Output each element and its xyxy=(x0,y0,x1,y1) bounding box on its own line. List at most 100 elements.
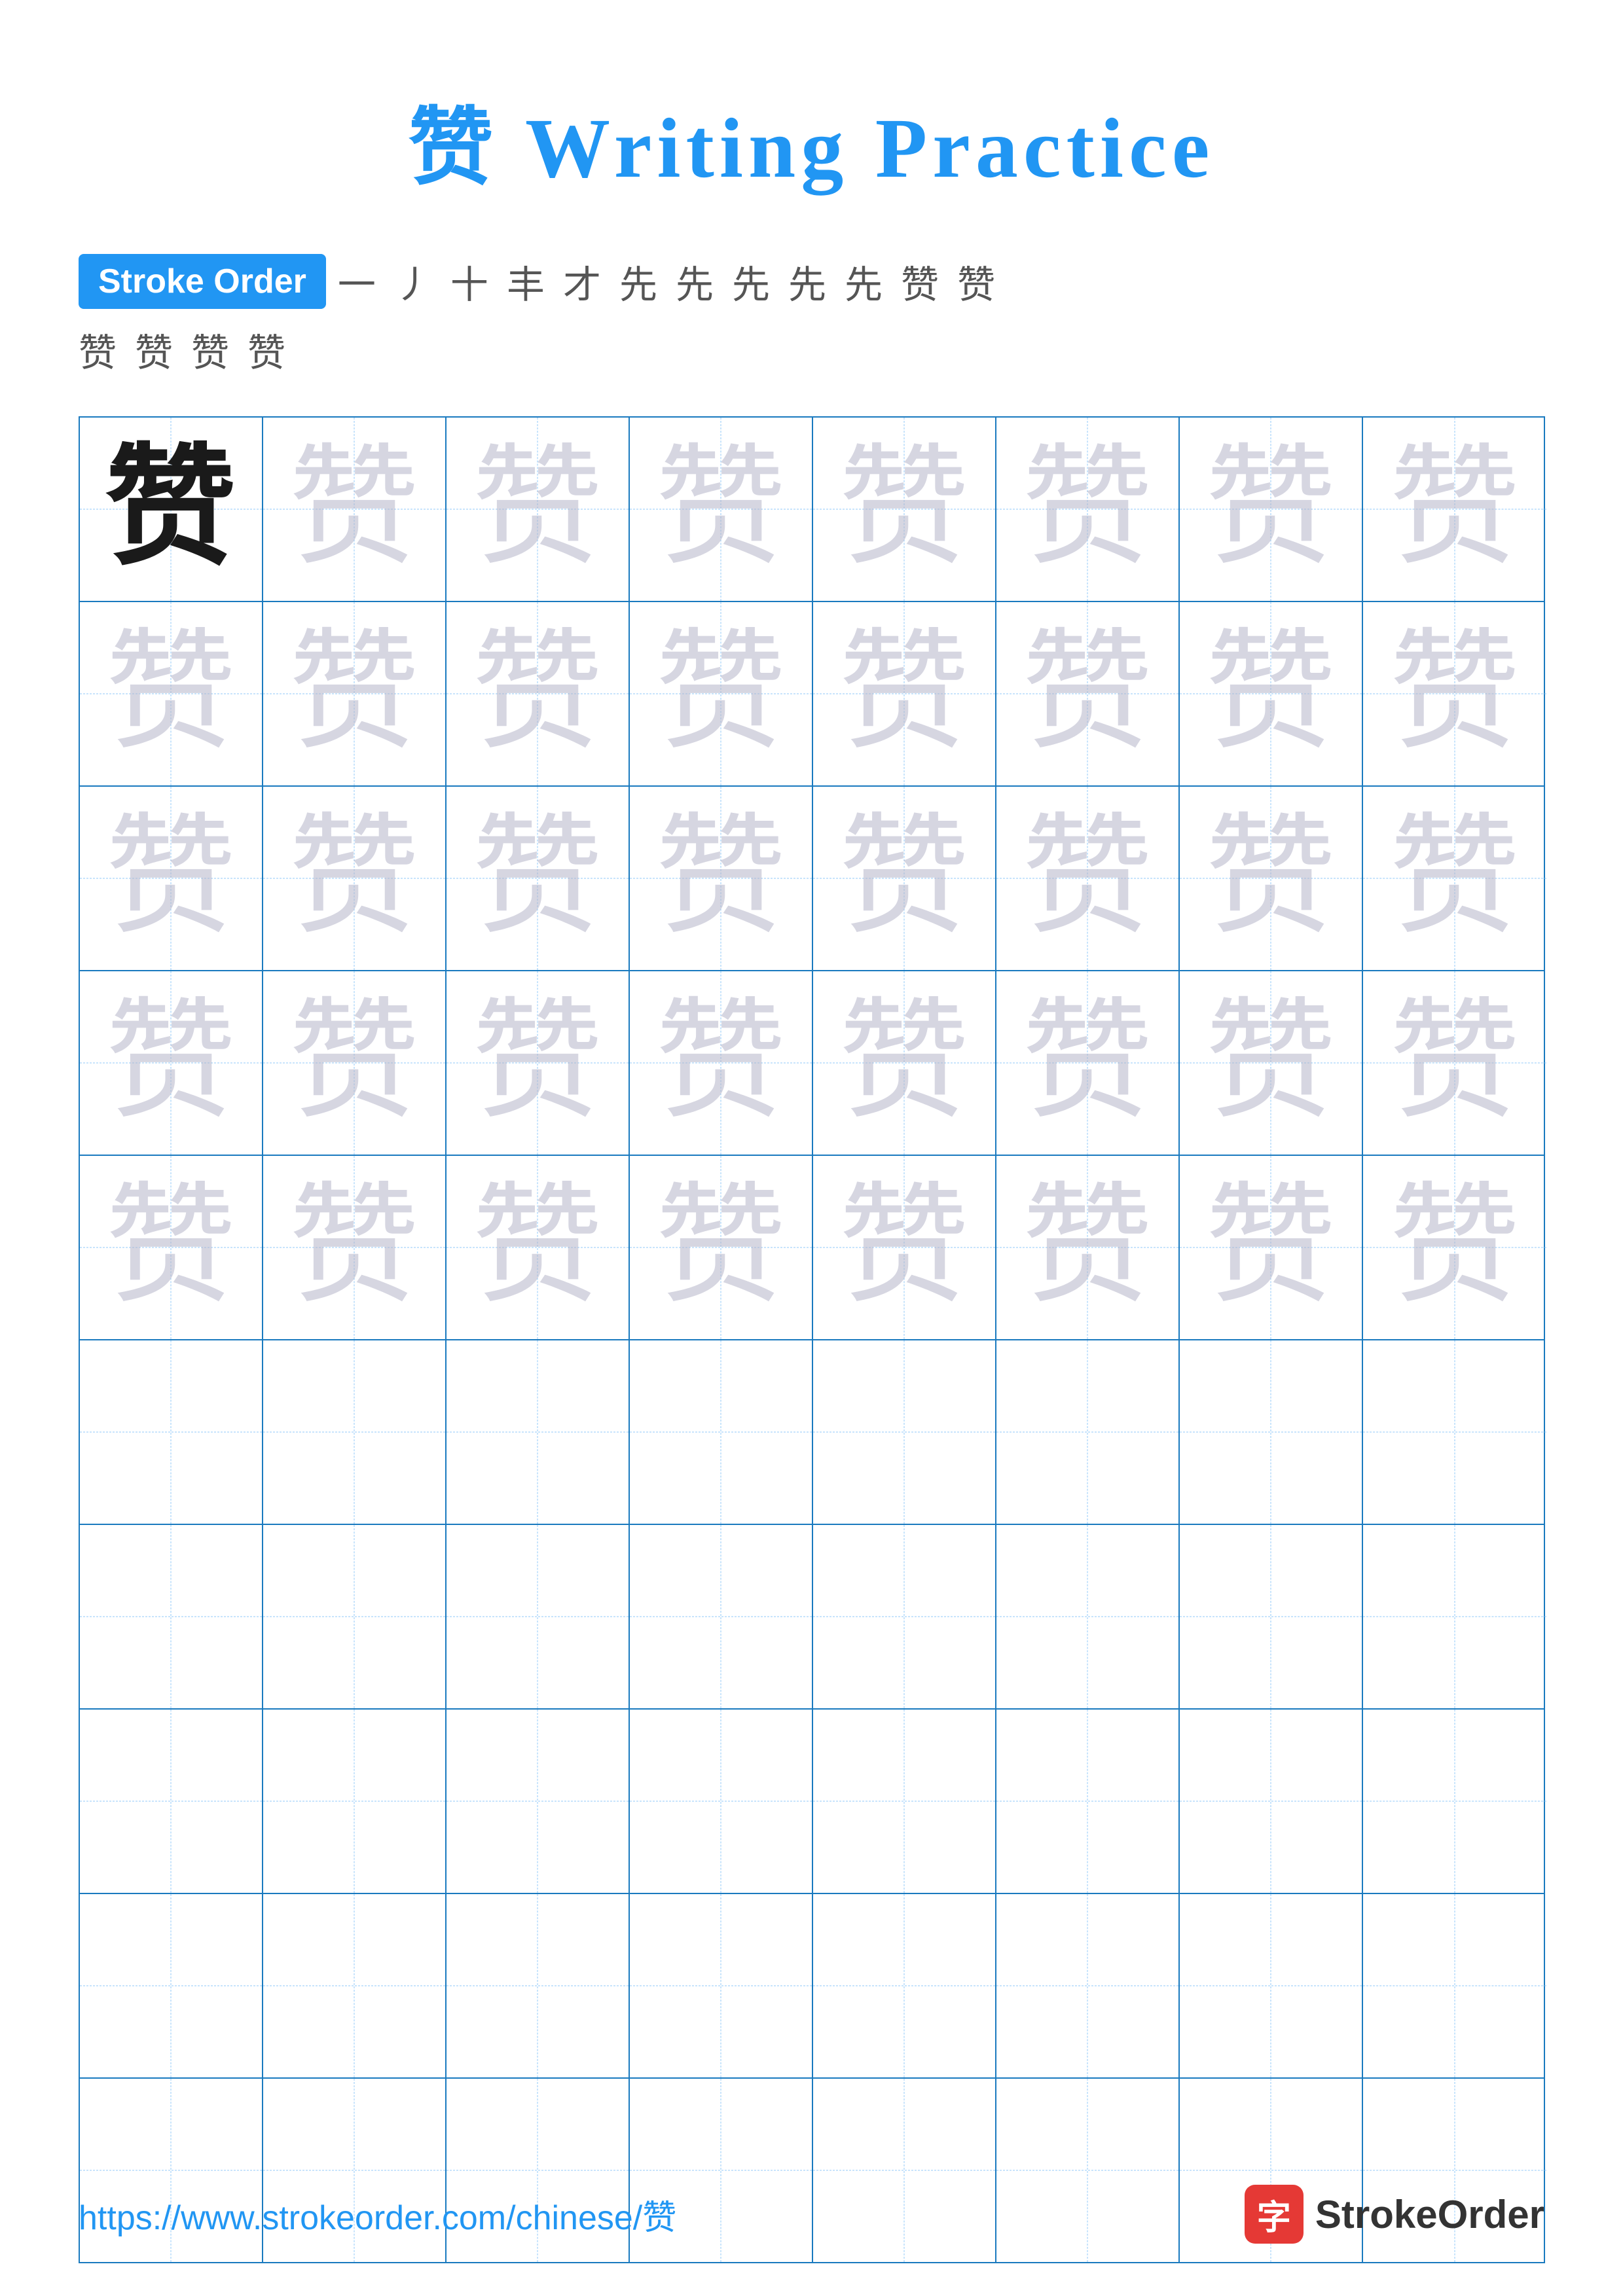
grid-cell-9-8[interactable] xyxy=(1363,1894,1546,2077)
stroke-r2-3: 赞 xyxy=(191,322,229,377)
grid-cell-8-1[interactable] xyxy=(80,1710,263,1893)
grid-cell-1-4[interactable]: 赞 xyxy=(630,418,813,601)
stroke-7: 先 xyxy=(676,254,714,309)
grid-cell-6-7[interactable] xyxy=(1180,1340,1363,1524)
footer-logo: 字 StrokeOrder xyxy=(1245,2185,1544,2244)
grid-cell-7-3[interactable] xyxy=(447,1525,630,1708)
grid-cell-6-4[interactable] xyxy=(630,1340,813,1524)
grid-cell-4-3[interactable]: 赞 xyxy=(447,971,630,1155)
stroke-10: 先 xyxy=(845,254,883,309)
grid-cell-6-2[interactable] xyxy=(263,1340,447,1524)
grid-cell-3-6[interactable]: 赞 xyxy=(996,787,1180,970)
grid-cell-8-7[interactable] xyxy=(1180,1710,1363,1893)
grid-row-3: 赞 赞 赞 赞 赞 赞 赞 赞 xyxy=(80,787,1544,971)
grid-cell-8-8[interactable] xyxy=(1363,1710,1546,1893)
grid-cell-2-4[interactable]: 赞 xyxy=(630,602,813,785)
grid-cell-4-4[interactable]: 赞 xyxy=(630,971,813,1155)
grid-cell-5-2[interactable]: 赞 xyxy=(263,1156,447,1339)
grid-row-4: 赞 赞 赞 赞 赞 赞 赞 赞 xyxy=(80,971,1544,1156)
grid-row-9 xyxy=(80,1894,1544,2079)
grid-cell-7-4[interactable] xyxy=(630,1525,813,1708)
grid-cell-7-7[interactable] xyxy=(1180,1525,1363,1708)
char-display: 赞 xyxy=(105,444,236,575)
grid-row-6 xyxy=(80,1340,1544,1525)
grid-cell-9-1[interactable] xyxy=(80,1894,263,2077)
grid-cell-5-8[interactable]: 赞 xyxy=(1363,1156,1546,1339)
grid-cell-1-5[interactable]: 赞 xyxy=(813,418,996,601)
grid-cell-9-4[interactable] xyxy=(630,1894,813,2077)
grid-cell-1-1[interactable]: 赞 xyxy=(80,418,263,601)
writing-grid: 赞 赞 赞 赞 赞 赞 赞 赞 赞 赞 赞 xyxy=(79,416,1545,2263)
grid-cell-4-8[interactable]: 赞 xyxy=(1363,971,1546,1155)
stroke-4: 丰 xyxy=(507,254,545,309)
grid-cell-7-2[interactable] xyxy=(263,1525,447,1708)
grid-cell-2-7[interactable]: 赞 xyxy=(1180,602,1363,785)
grid-cell-8-6[interactable] xyxy=(996,1710,1180,1893)
grid-cell-2-5[interactable]: 赞 xyxy=(813,602,996,785)
grid-cell-3-8[interactable]: 赞 xyxy=(1363,787,1546,970)
grid-cell-3-2[interactable]: 赞 xyxy=(263,787,447,970)
grid-cell-1-6[interactable]: 赞 xyxy=(996,418,1180,601)
grid-cell-2-1[interactable]: 赞 xyxy=(80,602,263,785)
grid-cell-5-3[interactable]: 赞 xyxy=(447,1156,630,1339)
stroke-r2-4: 赞 xyxy=(247,322,285,377)
grid-cell-4-1[interactable]: 赞 xyxy=(80,971,263,1155)
stroke-r2-1: 赞 xyxy=(79,322,117,377)
grid-cell-3-7[interactable]: 赞 xyxy=(1180,787,1363,970)
stroke-9: 先 xyxy=(788,254,826,309)
grid-cell-5-1[interactable]: 赞 xyxy=(80,1156,263,1339)
grid-row-2: 赞 赞 赞 赞 赞 赞 赞 赞 xyxy=(80,602,1544,787)
grid-cell-3-3[interactable]: 赞 xyxy=(447,787,630,970)
grid-row-1: 赞 赞 赞 赞 赞 赞 赞 赞 xyxy=(80,418,1544,602)
grid-cell-4-6[interactable]: 赞 xyxy=(996,971,1180,1155)
grid-cell-4-2[interactable]: 赞 xyxy=(263,971,447,1155)
footer-url[interactable]: https://www.strokeorder.com/chinese/赞 xyxy=(79,2190,676,2239)
grid-cell-9-7[interactable] xyxy=(1180,1894,1363,2077)
grid-cell-8-2[interactable] xyxy=(263,1710,447,1893)
stroke-order-section: Stroke Order ⼀ 丿 十 丰 才 先 先 先 先 先 赞 赞 xyxy=(0,254,1623,309)
grid-cell-1-2[interactable]: 赞 xyxy=(263,418,447,601)
grid-row-5: 赞 赞 赞 赞 赞 赞 赞 赞 xyxy=(80,1156,1544,1340)
grid-cell-5-6[interactable]: 赞 xyxy=(996,1156,1180,1339)
grid-cell-9-5[interactable] xyxy=(813,1894,996,2077)
grid-cell-7-5[interactable] xyxy=(813,1525,996,1708)
grid-cell-4-5[interactable]: 赞 xyxy=(813,971,996,1155)
grid-cell-3-1[interactable]: 赞 xyxy=(80,787,263,970)
grid-cell-7-6[interactable] xyxy=(996,1525,1180,1708)
grid-cell-3-5[interactable]: 赞 xyxy=(813,787,996,970)
grid-cell-9-6[interactable] xyxy=(996,1894,1180,2077)
grid-cell-1-7[interactable]: 赞 xyxy=(1180,418,1363,601)
grid-cell-6-5[interactable] xyxy=(813,1340,996,1524)
grid-cell-6-8[interactable] xyxy=(1363,1340,1546,1524)
stroke-6: 先 xyxy=(619,254,657,309)
grid-cell-4-7[interactable]: 赞 xyxy=(1180,971,1363,1155)
grid-cell-6-6[interactable] xyxy=(996,1340,1180,1524)
grid-cell-1-3[interactable]: 赞 xyxy=(447,418,630,601)
stroke-3: 十 xyxy=(450,254,488,309)
stroke-order-badge: Stroke Order xyxy=(79,254,326,309)
grid-cell-5-4[interactable]: 赞 xyxy=(630,1156,813,1339)
grid-cell-2-2[interactable]: 赞 xyxy=(263,602,447,785)
stroke-r2-2: 赞 xyxy=(135,322,173,377)
grid-cell-9-3[interactable] xyxy=(447,1894,630,2077)
stroke-1: ⼀ xyxy=(338,254,376,309)
grid-cell-6-1[interactable] xyxy=(80,1340,263,1524)
title-area: 赞 Writing Practice xyxy=(0,0,1623,202)
grid-cell-7-1[interactable] xyxy=(80,1525,263,1708)
grid-cell-9-2[interactable] xyxy=(263,1894,447,2077)
grid-cell-8-5[interactable] xyxy=(813,1710,996,1893)
grid-cell-2-3[interactable]: 赞 xyxy=(447,602,630,785)
grid-cell-6-3[interactable] xyxy=(447,1340,630,1524)
stroke-12: 赞 xyxy=(957,254,995,309)
grid-cell-2-6[interactable]: 赞 xyxy=(996,602,1180,785)
grid-cell-5-5[interactable]: 赞 xyxy=(813,1156,996,1339)
grid-cell-7-8[interactable] xyxy=(1363,1525,1546,1708)
grid-cell-8-3[interactable] xyxy=(447,1710,630,1893)
grid-cell-3-4[interactable]: 赞 xyxy=(630,787,813,970)
grid-cell-8-4[interactable] xyxy=(630,1710,813,1893)
grid-cell-5-7[interactable]: 赞 xyxy=(1180,1156,1363,1339)
grid-cell-1-8[interactable]: 赞 xyxy=(1363,418,1546,601)
page-title: 赞 Writing Practice xyxy=(409,101,1215,196)
grid-cell-2-8[interactable]: 赞 xyxy=(1363,602,1546,785)
stroke-8: 先 xyxy=(732,254,770,309)
